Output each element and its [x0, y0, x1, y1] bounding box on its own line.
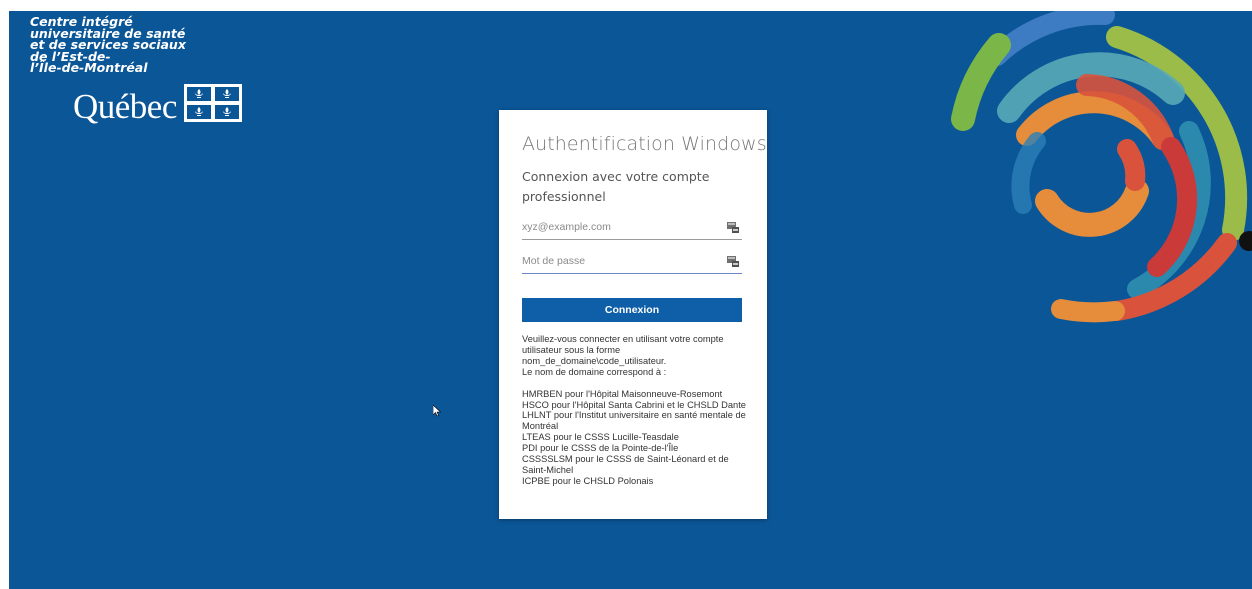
decorative-rings — [951, 11, 1252, 323]
organization-name-line-5: l’Île-de-Montréal — [30, 60, 148, 75]
domain-item-hmrben: HMRBEN pour l'Hôpital Maisonneuve-Rosemo… — [522, 388, 723, 399]
key-icon[interactable] — [727, 221, 739, 233]
help-intro-line: utilisateur sous la forme — [522, 344, 621, 355]
password-field — [522, 250, 742, 274]
domain-item-cssslsm: CSSSSLSM pour le CSSS de Saint-Léonard e… — [522, 454, 729, 475]
domain-item-icpbe: ICPBE pour le CHSLD Polonais — [522, 475, 654, 486]
help-intro-line: nom_de_domaine\code_utilisateur. — [522, 355, 667, 366]
connexion-button[interactable]: Connexion — [522, 298, 742, 322]
domain-item-pdi: PDI pour le CSSS de la Pointe-de-l'Île — [522, 443, 679, 454]
login-help-text: Veuillez-vous connecter en utilisant vot… — [522, 334, 747, 487]
mouse-cursor-icon — [433, 405, 441, 417]
domain-item-lteas: LTEAS pour le CSSS Lucille-Teasdale — [522, 432, 679, 443]
help-intro-line: Veuillez-vous connecter en utilisant vot… — [522, 334, 724, 344]
organization-name: Centre intégré universitaire de santé et… — [30, 16, 186, 74]
page-background: Centre intégré universitaire de santé et… — [9, 11, 1252, 589]
key-icon[interactable] — [727, 255, 739, 267]
password-input[interactable] — [522, 250, 717, 272]
quebec-flag-icon — [183, 84, 242, 122]
email-field — [522, 216, 742, 240]
domain-item-lhlnt: LHLNT pour l'Institut universitaire en s… — [522, 410, 746, 432]
domain-item-hsco: HSCO pour l'Hôpital Santa Cabrini et le … — [522, 399, 746, 410]
quebec-wordmark: Québec — [73, 87, 177, 126]
login-card: Authentification Windows Connexion avec … — [499, 110, 767, 519]
quebec-logo: Québec — [73, 84, 242, 127]
login-title: Authentification Windows — [522, 133, 767, 155]
login-subtitle: Connexion avec votre compte professionne… — [522, 169, 710, 204]
help-intro-line: Le nom de domaine correspond à : — [522, 366, 667, 377]
email-input[interactable] — [522, 216, 717, 238]
